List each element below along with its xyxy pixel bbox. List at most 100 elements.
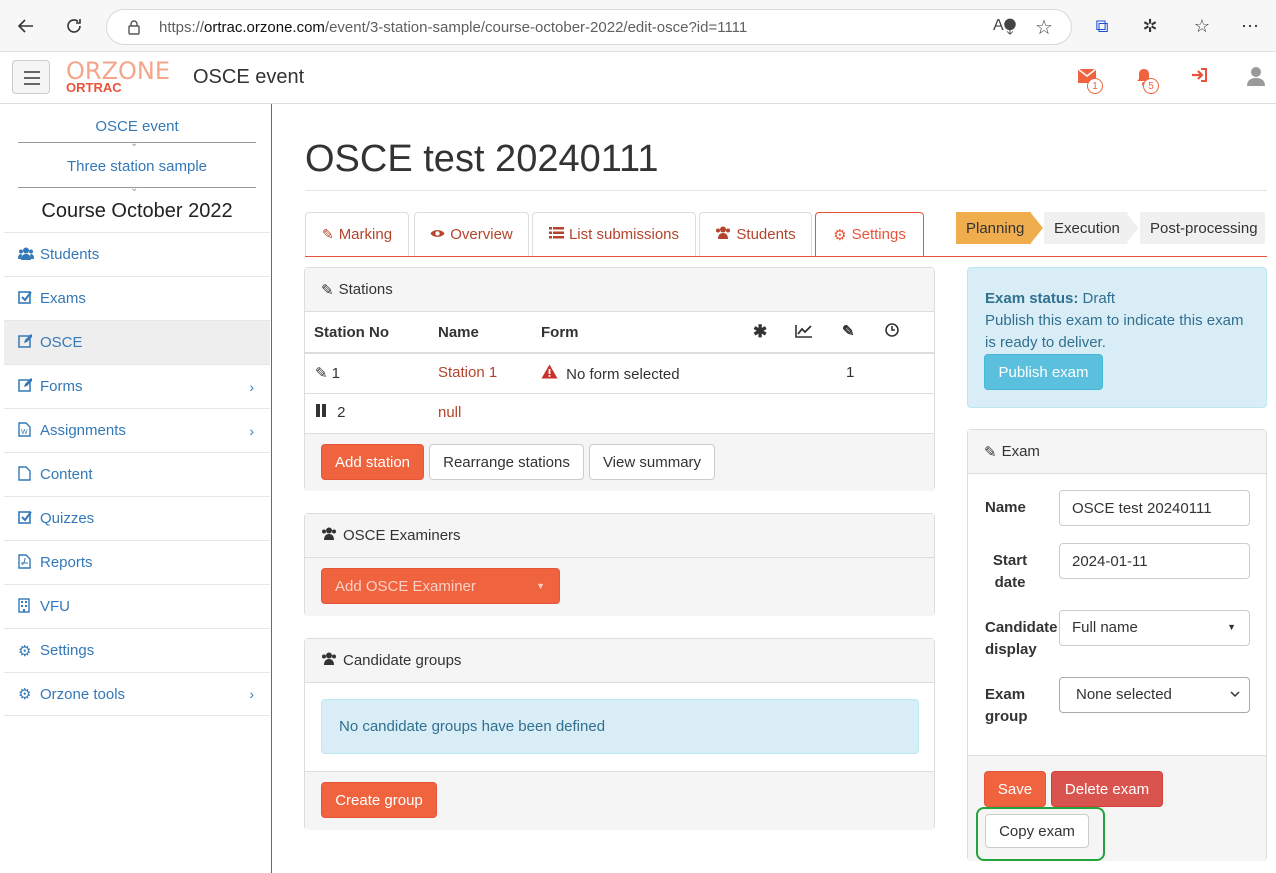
- edit-icon: ✎: [984, 443, 997, 461]
- gears-icon: ⚙: [18, 642, 32, 660]
- station-number: 2: [337, 404, 346, 421]
- dropdown-label: Add OSCE Examiner: [335, 577, 476, 595]
- panel-title: Stations: [338, 281, 393, 298]
- station-row-1-name[interactable]: Station 1: [438, 364, 497, 381]
- sidebar-item-osce[interactable]: OSCE: [4, 320, 270, 364]
- sidebar-item-label: Quizzes: [40, 510, 95, 527]
- sidebar-item-content[interactable]: Content: [4, 452, 270, 496]
- favorites-icon[interactable]: ☆: [1186, 10, 1218, 42]
- exam-name-input[interactable]: [1059, 490, 1250, 526]
- file-icon: [18, 465, 40, 484]
- start-date-input[interactable]: [1059, 543, 1250, 579]
- more-menu-icon[interactable]: ⋯: [1234, 10, 1266, 42]
- breadcrumb-sample[interactable]: Three station sample: [4, 158, 270, 175]
- address-bar[interactable]: https://ortrac.orzone.com/event/3-statio…: [106, 9, 1072, 45]
- candidate-display-label: Candidate display: [985, 619, 1058, 658]
- sidebar-item-label: Content: [40, 466, 93, 483]
- course-title: Course October 2022: [41, 200, 233, 222]
- tab-settings[interactable]: ⚙ Settings: [815, 212, 924, 256]
- clock-icon: [885, 323, 899, 341]
- status-value: Draft: [1082, 290, 1116, 307]
- view-summary-button[interactable]: View summary: [589, 444, 715, 480]
- select-value: None selected: [1076, 686, 1172, 703]
- station-row-2-name[interactable]: null: [438, 404, 461, 421]
- favorite-star-icon[interactable]: ☆: [1035, 15, 1053, 40]
- asterisk-icon: ✱: [753, 322, 768, 341]
- step-label: Planning: [966, 219, 1025, 237]
- sidebar-item-vfu[interactable]: VFU: [4, 584, 270, 628]
- edit-icon: ✎: [842, 323, 855, 340]
- edit-icon[interactable]: ✎: [315, 365, 328, 382]
- sidebar-item-orzone-tools[interactable]: ⚙ Orzone tools ›: [4, 672, 270, 716]
- pause-icon[interactable]: [315, 404, 333, 421]
- no-groups-alert: No candidate groups have been defined: [321, 699, 919, 754]
- copy-exam-highlight: [976, 807, 1105, 861]
- tab-overview[interactable]: Overview: [414, 212, 529, 256]
- add-osce-examiner-dropdown[interactable]: Add OSCE Examiner ▼: [321, 568, 560, 604]
- exam-group-select[interactable]: None selected: [1059, 677, 1250, 713]
- chevron-right-icon: ›: [249, 686, 254, 702]
- step-arrow: [1127, 212, 1141, 244]
- edit-icon: ✎: [321, 226, 334, 242]
- rearrange-stations-button[interactable]: Rearrange stations: [429, 444, 584, 480]
- edit-icon: [18, 334, 40, 351]
- sidebar-item-settings[interactable]: ⚙ Settings: [4, 628, 270, 672]
- sidebar-item-reports[interactable]: Reports: [4, 540, 270, 584]
- candidate-display-select[interactable]: Full name ▼: [1059, 610, 1250, 646]
- sidebar-item-label: Orzone tools: [40, 685, 126, 703]
- eye-icon: [430, 226, 445, 243]
- tab-list-submissions[interactable]: List submissions: [532, 212, 696, 256]
- publish-exam-button[interactable]: Publish exam: [984, 354, 1103, 390]
- form-status: No form selected: [566, 366, 680, 383]
- groups-panel-header: Candidate groups: [305, 639, 934, 683]
- delete-exam-button[interactable]: Delete exam: [1051, 771, 1163, 807]
- sidebar-item-exams[interactable]: Exams: [4, 276, 270, 320]
- sidebar-item-label: Reports: [40, 554, 93, 571]
- url-path: /event/3-station-sample/course-october-2…: [324, 19, 748, 36]
- tab-students[interactable]: Students: [699, 212, 812, 256]
- panel-title: Candidate groups: [343, 652, 462, 669]
- gears-icon: ⚙: [18, 686, 32, 703]
- tab-marking[interactable]: ✎ Marking: [305, 212, 409, 256]
- station-number: 1: [331, 365, 340, 382]
- warning-icon: [541, 364, 562, 383]
- breadcrumb-event[interactable]: OSCE event: [4, 118, 270, 135]
- sidebar-item-label: Exams: [40, 290, 86, 307]
- lock-icon[interactable]: [127, 19, 141, 39]
- column-header-name: Name: [438, 324, 479, 341]
- read-aloud-icon[interactable]: A⧭: [993, 17, 1016, 35]
- line-chart-icon: [795, 324, 813, 342]
- add-station-button[interactable]: Add station: [321, 444, 424, 480]
- gears-icon: ⚙: [833, 226, 847, 244]
- sidebar-item-quizzes[interactable]: Quizzes: [4, 496, 270, 540]
- edit-icon: [18, 378, 40, 395]
- sidebar-item-label: Students: [40, 246, 100, 263]
- sidebar-item-students[interactable]: Students: [4, 232, 270, 276]
- browser-toolbar: https://ortrac.orzone.com/event/3-statio…: [0, 0, 1276, 52]
- sidebar-item-assignments[interactable]: W Assignments ›: [4, 408, 270, 452]
- create-group-button[interactable]: Create group: [321, 782, 437, 818]
- status-description: Publish this exam to indicate this exam …: [985, 312, 1244, 351]
- hamburger-menu-icon[interactable]: [12, 60, 50, 94]
- mail-count-badge: 1: [1087, 78, 1103, 94]
- step-execution: Execution: [1044, 212, 1128, 244]
- user-avatar-icon[interactable]: [1247, 66, 1265, 91]
- extension-icon[interactable]: ⧉: [1086, 10, 1118, 42]
- back-arrow-icon[interactable]: [10, 10, 42, 42]
- caret-down-icon: ▼: [536, 581, 545, 591]
- edit-icon: ✎: [321, 281, 334, 299]
- step-label: Execution: [1054, 219, 1120, 237]
- page-title: OSCE test 20240111: [305, 138, 659, 180]
- url-prefix: https://: [159, 19, 205, 36]
- refresh-icon[interactable]: [58, 10, 90, 42]
- chevron-down-icon: [1229, 684, 1241, 708]
- sidebar-item-forms[interactable]: Forms ›: [4, 364, 270, 408]
- step-label: Post-processing: [1150, 219, 1258, 237]
- tab-label: Settings: [851, 226, 906, 243]
- building-icon: [18, 597, 40, 616]
- sign-in-icon[interactable]: [1191, 67, 1207, 88]
- select-value: Full name: [1072, 619, 1138, 636]
- extensions-puzzle-icon[interactable]: ✲: [1134, 10, 1166, 42]
- save-button[interactable]: Save: [984, 771, 1046, 807]
- users-icon: [18, 247, 40, 263]
